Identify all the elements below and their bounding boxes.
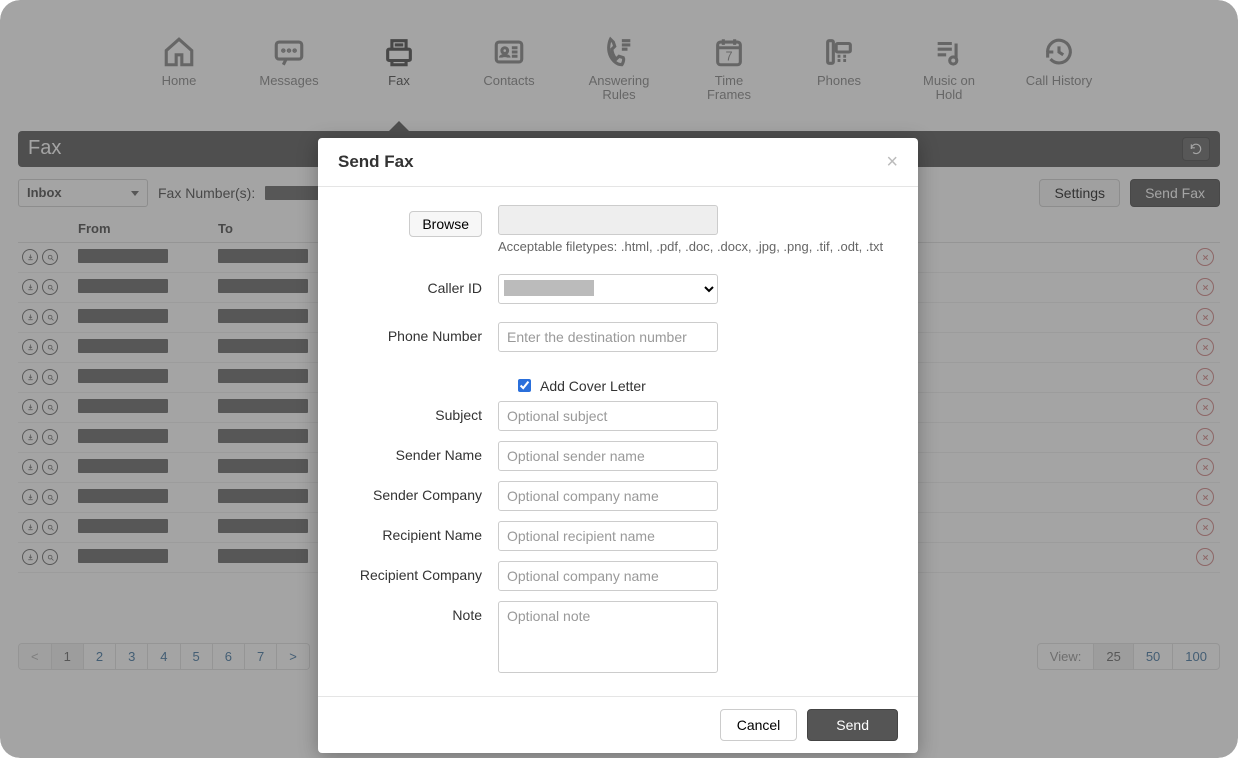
caller-id-redacted bbox=[504, 280, 594, 296]
recipient-name-input[interactable] bbox=[498, 521, 718, 551]
subject-input[interactable] bbox=[498, 401, 718, 431]
phone-number-label: Phone Number bbox=[338, 322, 498, 352]
cover-letter-checkbox[interactable] bbox=[518, 379, 531, 392]
filetypes-help: Acceptable filetypes: .html, .pdf, .doc,… bbox=[498, 239, 898, 254]
send-button[interactable]: Send bbox=[807, 709, 898, 741]
note-label: Note bbox=[338, 601, 498, 676]
sender-name-label: Sender Name bbox=[338, 441, 498, 471]
cancel-button[interactable]: Cancel bbox=[720, 709, 798, 741]
modal-close-button[interactable]: × bbox=[886, 152, 898, 172]
sender-name-input[interactable] bbox=[498, 441, 718, 471]
sender-company-input[interactable] bbox=[498, 481, 718, 511]
browse-button[interactable]: Browse bbox=[409, 211, 482, 237]
recipient-company-input[interactable] bbox=[498, 561, 718, 591]
send-fax-modal: Send Fax × Browse Acceptable filetypes: … bbox=[318, 138, 918, 753]
sender-company-label: Sender Company bbox=[338, 481, 498, 511]
note-input[interactable] bbox=[498, 601, 718, 673]
cover-letter-label: Add Cover Letter bbox=[540, 378, 646, 394]
caller-id-label: Caller ID bbox=[338, 274, 498, 304]
subject-label: Subject bbox=[338, 401, 498, 431]
file-input[interactable] bbox=[498, 205, 718, 235]
recipient-name-label: Recipient Name bbox=[338, 521, 498, 551]
recipient-company-label: Recipient Company bbox=[338, 561, 498, 591]
modal-title: Send Fax bbox=[338, 152, 414, 172]
phone-number-input[interactable] bbox=[498, 322, 718, 352]
